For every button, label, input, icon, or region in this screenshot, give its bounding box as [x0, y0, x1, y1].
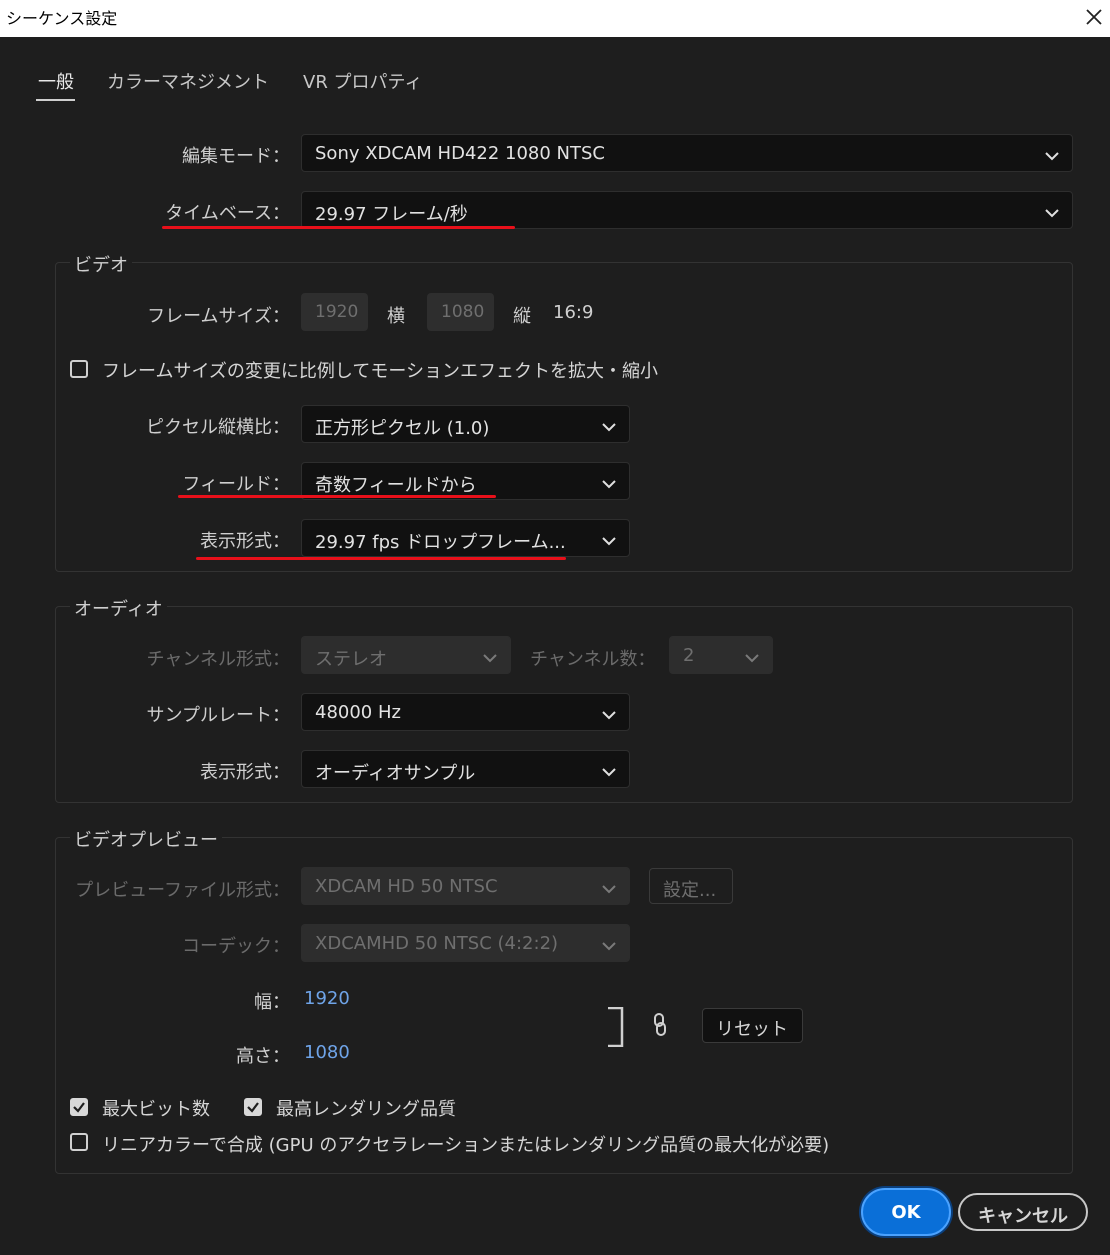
- max-render-quality-label: 最高レンダリング品質: [276, 1099, 456, 1120]
- scale-motion-checkbox[interactable]: [70, 360, 88, 378]
- audio-display-format-dropdown[interactable]: オーディオサンプル: [301, 750, 630, 788]
- preview-height-label: 高さ：: [236, 1046, 290, 1067]
- channel-format-value: ステレオ: [315, 649, 387, 670]
- edit-mode-label: 編集モード：: [182, 146, 290, 167]
- max-render-quality-checkbox[interactable]: [244, 1098, 262, 1116]
- edit-mode-value: Sony XDCAM HD422 1080 NTSC: [315, 143, 606, 164]
- frame-height-field: 1080: [427, 293, 494, 331]
- channel-format-label: チャンネル形式：: [146, 649, 290, 670]
- aspect-ratio-text: 16:9: [553, 302, 594, 323]
- chevron-down-icon: [482, 649, 498, 663]
- audio-group-title: オーディオ: [70, 595, 167, 621]
- audio-display-format-label: 表示形式：: [200, 762, 290, 783]
- chevron-down-icon: [1044, 147, 1060, 161]
- annotation-underline: [196, 557, 566, 560]
- preview-width-label: 幅：: [254, 992, 290, 1013]
- edit-mode-dropdown[interactable]: Sony XDCAM HD422 1080 NTSC: [301, 134, 1073, 172]
- timebase-dropdown[interactable]: 29.97 フレーム/秒: [301, 191, 1073, 229]
- close-icon[interactable]: [1080, 3, 1108, 31]
- pixel-aspect-label: ピクセル縦横比：: [146, 417, 290, 438]
- scale-motion-label: フレームサイズの変更に比例してモーションエフェクトを拡大・縮小: [102, 361, 659, 382]
- chevron-down-icon: [601, 763, 617, 777]
- fields-label: フィールド：: [182, 474, 290, 495]
- frame-width-field: 1920: [301, 293, 368, 331]
- chevron-down-icon: [601, 532, 617, 546]
- codec-value: XDCAMHD 50 NTSC (4:2:2): [315, 933, 559, 954]
- linear-color-checkbox[interactable]: [70, 1133, 88, 1151]
- chevron-down-icon: [1044, 204, 1060, 218]
- channel-count-label: チャンネル数：: [530, 649, 656, 670]
- pixel-aspect-value: 正方形ピクセル (1.0): [315, 418, 490, 439]
- video-group-title: ビデオ: [70, 251, 132, 277]
- tab-color-management[interactable]: カラーマネジメント: [107, 68, 269, 94]
- frame-width-value: 1920: [315, 302, 359, 322]
- title-bar: シーケンス設定: [0, 0, 1110, 37]
- codec-label: コーデック：: [182, 936, 290, 957]
- audio-display-format-value: オーディオサンプル: [315, 763, 476, 784]
- video-display-format-value: 29.97 fps ドロップフレーム...: [315, 532, 566, 553]
- sample-rate-label: サンプルレート：: [146, 705, 290, 726]
- timebase-label: タイムベース：: [165, 203, 290, 224]
- active-tab-indicator: [36, 99, 75, 101]
- annotation-underline: [162, 226, 515, 229]
- preview-file-format-dropdown: XDCAM HD 50 NTSC: [301, 867, 630, 905]
- chevron-down-icon: [601, 937, 617, 951]
- annotation-underline: [178, 495, 496, 498]
- preview-width-value[interactable]: 1920: [304, 988, 350, 1009]
- codec-dropdown: XDCAMHD 50 NTSC (4:2:2): [301, 924, 630, 962]
- frame-size-label: フレームサイズ：: [147, 306, 290, 327]
- width-unit-label: 横: [387, 306, 405, 327]
- sample-rate-dropdown[interactable]: 48000 Hz: [301, 693, 630, 731]
- video-preview-group-title: ビデオプレビュー: [70, 826, 222, 852]
- reset-button[interactable]: リセット: [702, 1008, 803, 1043]
- cancel-button[interactable]: キャンセル: [958, 1193, 1088, 1231]
- height-unit-label: 縦: [513, 306, 531, 327]
- chevron-down-icon: [601, 418, 617, 432]
- channel-format-dropdown: ステレオ: [301, 636, 511, 674]
- cancel-button-label: キャンセル: [978, 1206, 1068, 1227]
- channel-count-value: 2: [683, 645, 695, 666]
- preview-file-format-value: XDCAM HD 50 NTSC: [315, 876, 498, 897]
- linear-color-label: リニアカラーで合成 (GPU のアクセラレーションまたはレンダリング品質の最大化…: [102, 1135, 830, 1156]
- frame-height-value: 1080: [441, 302, 485, 322]
- preview-file-format-label: プレビューファイル形式：: [75, 880, 290, 901]
- ok-button-label: OK: [891, 1202, 921, 1223]
- tab-general[interactable]: 一般: [38, 68, 74, 94]
- fields-value: 奇数フィールドから: [315, 475, 477, 496]
- window-title: シーケンス設定: [6, 9, 118, 28]
- max-bit-depth-checkbox[interactable]: [70, 1098, 88, 1116]
- sample-rate-value: 48000 Hz: [315, 702, 401, 723]
- chevron-down-icon: [601, 880, 617, 894]
- reset-button-label: リセット: [716, 1019, 788, 1040]
- pixel-aspect-dropdown[interactable]: 正方形ピクセル (1.0): [301, 405, 630, 443]
- tab-vr-properties[interactable]: VR プロパティ: [303, 68, 422, 94]
- channel-count-dropdown: 2: [669, 636, 773, 674]
- chevron-down-icon: [744, 649, 760, 663]
- max-bit-depth-label: 最大ビット数: [102, 1099, 210, 1120]
- preview-settings-label: 設定...: [663, 880, 717, 901]
- ok-button[interactable]: OK: [861, 1188, 951, 1236]
- preview-height-value[interactable]: 1080: [304, 1042, 350, 1063]
- preview-settings-button: 設定...: [649, 868, 733, 904]
- link-bracket-icon: [606, 1006, 626, 1048]
- timebase-value: 29.97 フレーム/秒: [315, 204, 468, 225]
- link-chain-icon[interactable]: [650, 1012, 670, 1038]
- video-display-format-label: 表示形式：: [200, 531, 290, 552]
- video-display-format-dropdown[interactable]: 29.97 fps ドロップフレーム...: [301, 519, 630, 557]
- chevron-down-icon: [601, 475, 617, 489]
- chevron-down-icon: [601, 706, 617, 720]
